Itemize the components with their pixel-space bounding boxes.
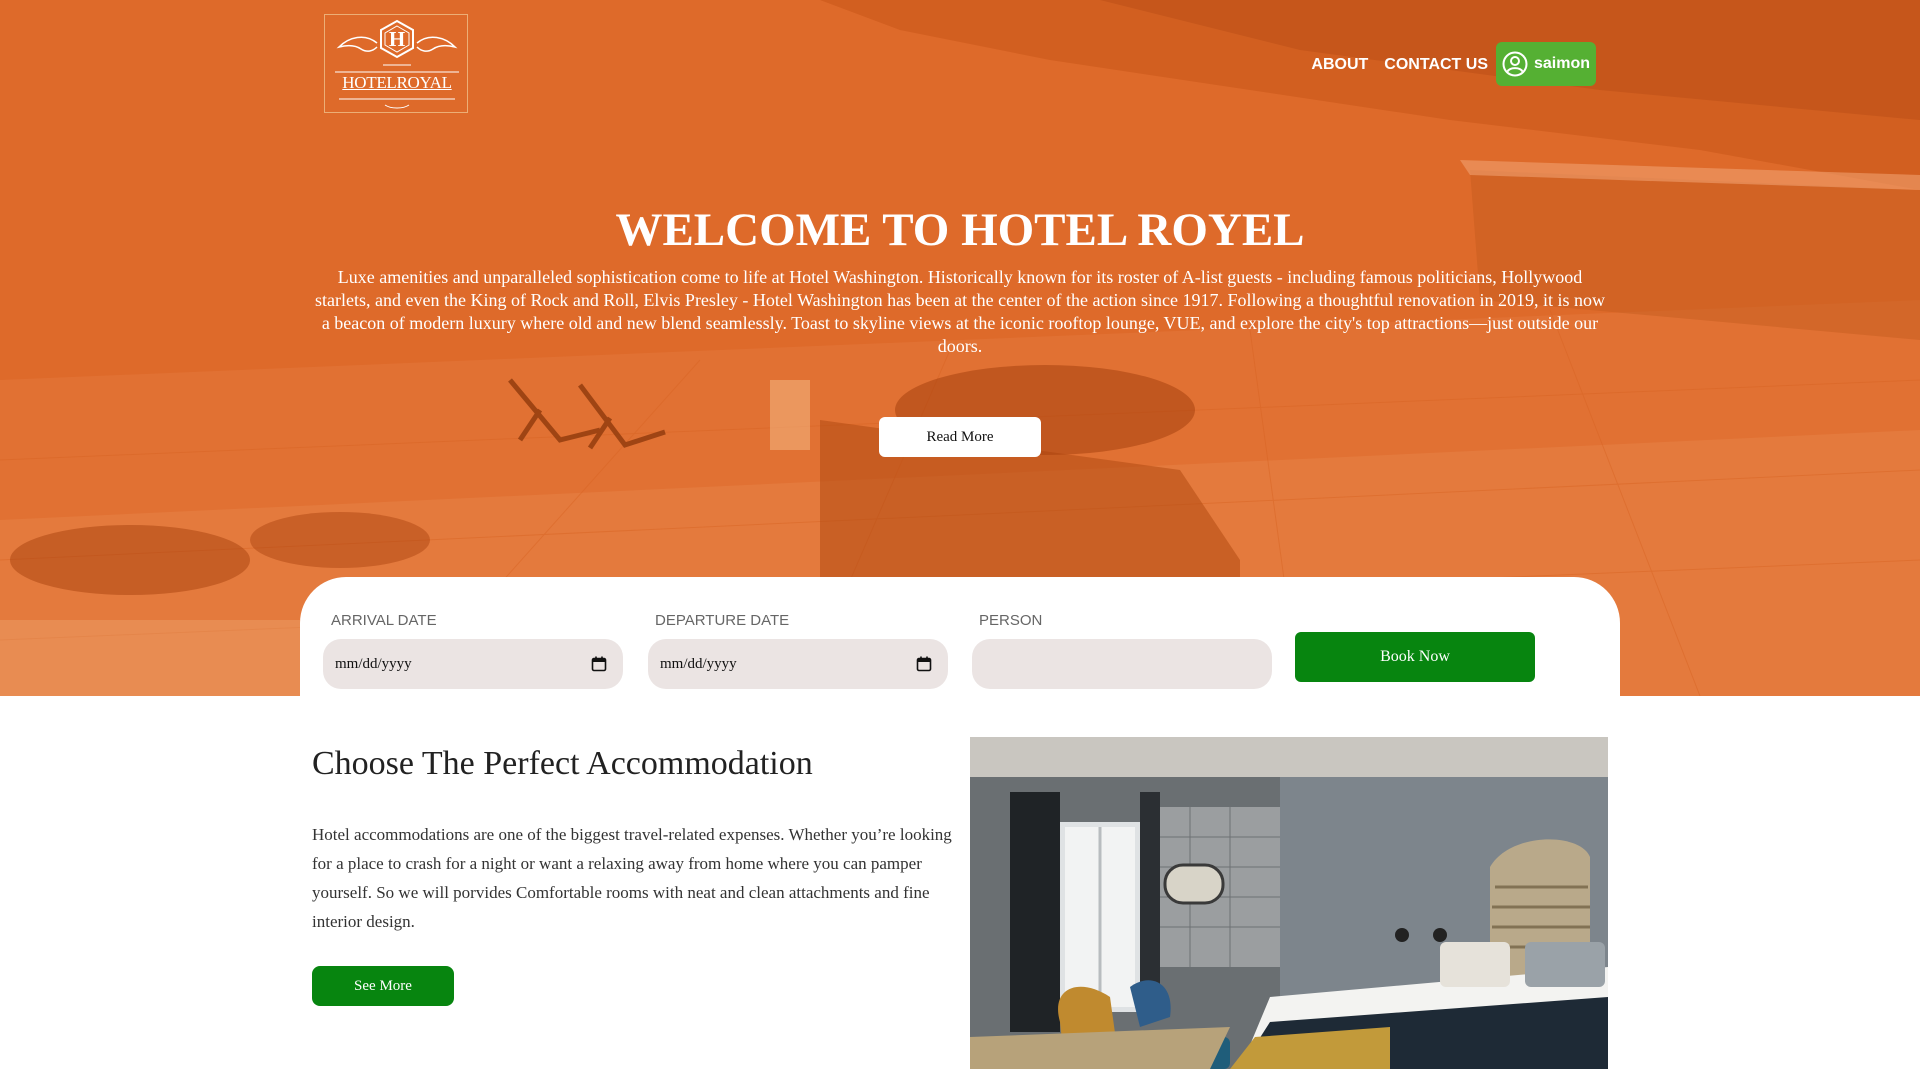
room-photo: [970, 737, 1608, 1069]
user-account-button[interactable]: saimon: [1496, 42, 1596, 86]
hotel-logo[interactable]: H HOTELROYAL: [324, 14, 468, 113]
person-input[interactable]: [972, 639, 1272, 689]
logo-letter: H: [388, 27, 406, 51]
departure-date-value: mm/dd/yyyy: [660, 655, 737, 672]
nav-about-link[interactable]: ABOUT: [1311, 56, 1368, 74]
calendar-icon[interactable]: [916, 656, 932, 672]
user-circle-icon: [1502, 51, 1528, 77]
accommodation-title: Choose The Perfect Accommodation: [312, 745, 813, 782]
see-more-button[interactable]: See More: [312, 966, 454, 1006]
arrival-date-input[interactable]: mm/dd/yyyy: [323, 639, 623, 689]
top-nav: ABOUT CONTACT US saimon: [1311, 42, 1596, 86]
departure-date-input[interactable]: mm/dd/yyyy: [648, 639, 948, 689]
hero-description: Luxe amenities and unparalleled sophisti…: [315, 267, 1605, 356]
nav-contact-link[interactable]: CONTACT US: [1384, 56, 1488, 74]
arrival-date-label: ARRIVAL DATE: [331, 612, 437, 629]
arrival-date-value: mm/dd/yyyy: [335, 655, 412, 672]
departure-date-label: DEPARTURE DATE: [655, 612, 790, 629]
book-now-button[interactable]: Book Now: [1295, 632, 1535, 682]
user-name: saimon: [1533, 55, 1590, 72]
calendar-icon[interactable]: [591, 656, 607, 672]
accommodation-description: Hotel accommodations are one of the bigg…: [312, 825, 952, 931]
booking-form: ARRIVAL DATE mm/dd/yyyy DEPARTURE DATE m…: [300, 577, 1620, 707]
read-more-button[interactable]: Read More: [879, 417, 1041, 457]
logo-text: HOTELROYAL: [342, 73, 452, 92]
hotel-room-image: [970, 737, 1608, 1069]
hero-title: WELCOME TO HOTEL ROYEL: [615, 204, 1305, 256]
person-label: PERSON: [979, 612, 1043, 629]
